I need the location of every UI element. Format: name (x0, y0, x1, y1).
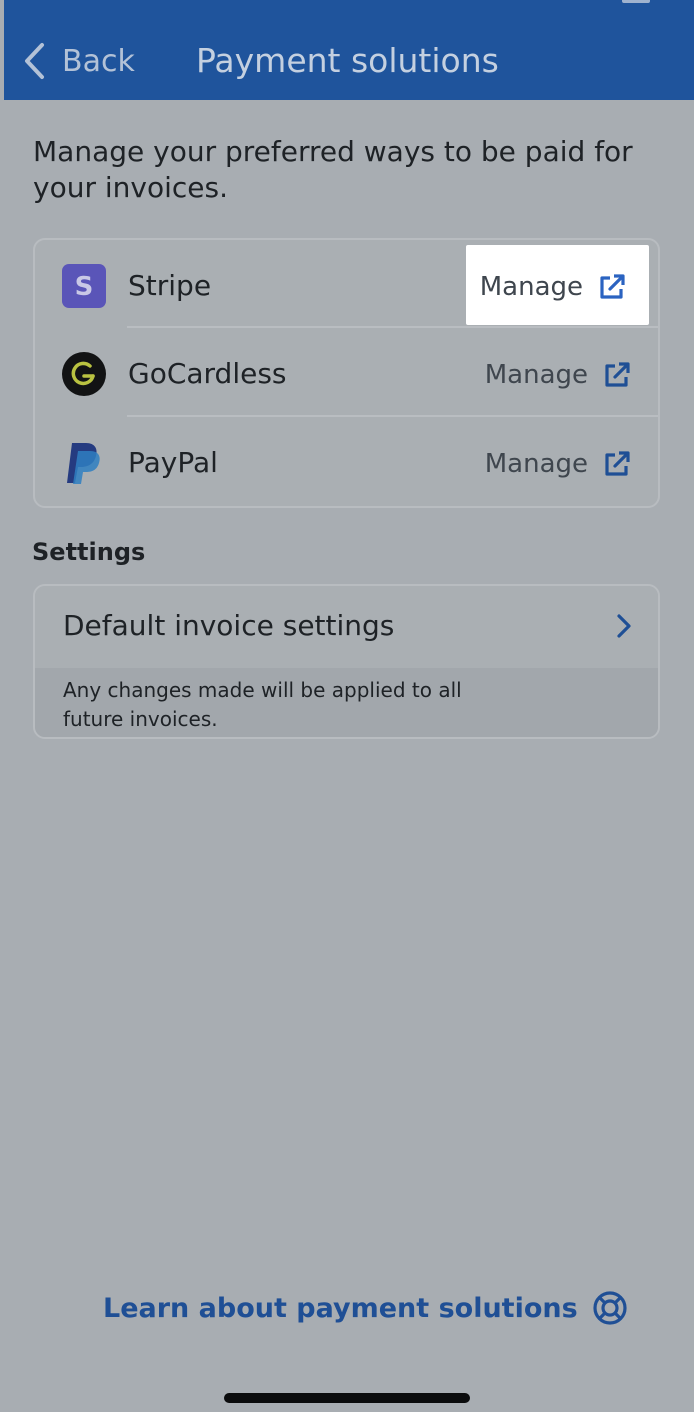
stripe-manage-link[interactable]: Manage (480, 267, 627, 307)
gocardless-logo-icon (62, 352, 106, 396)
paypal-manage-link[interactable]: Manage (485, 444, 632, 484)
settings-note: Any changes made will be applied to all … (63, 678, 462, 731)
status-indicator (622, 0, 650, 3)
settings-heading: Settings (32, 538, 146, 566)
provider-name: Stripe (128, 269, 212, 302)
home-indicator[interactable] (224, 1393, 470, 1403)
default-invoice-settings-label: Default invoice settings (63, 609, 395, 642)
chevron-left-icon (25, 43, 44, 79)
provider-name: PayPal (128, 446, 218, 479)
provider-name: GoCardless (128, 357, 287, 390)
external-link-icon (605, 362, 630, 387)
learn-about-payment-solutions-link[interactable]: Learn about payment solutions (103, 1286, 628, 1330)
provider-row-gocardless: GoCardless Manage (35, 329, 658, 417)
provider-row-paypal: PayPal Manage (35, 418, 658, 506)
lifebuoy-icon (593, 1291, 627, 1325)
default-invoice-settings-row[interactable]: Default invoice settings (35, 586, 658, 668)
settings-note-area: Any changes made will be applied to all … (35, 668, 658, 737)
paypal-logo-icon (67, 443, 100, 484)
intro-text: Manage your preferred ways to be paid fo… (33, 135, 633, 204)
page-title: Payment solutions (196, 41, 499, 80)
back-label: Back (62, 43, 135, 79)
navigation-bar: Back Payment solutions (4, 0, 694, 100)
manage-label: Manage (484, 360, 588, 390)
learn-link-label: Learn about payment solutions (103, 1292, 578, 1324)
manage-label: Manage (484, 449, 588, 479)
manage-label: Manage (479, 272, 583, 302)
chevron-right-icon (617, 614, 631, 638)
svg-text:S: S (75, 272, 94, 302)
settings-card: Default invoice settings Any changes mad… (33, 584, 660, 739)
external-link-icon (605, 451, 630, 476)
back-button[interactable]: Back (22, 38, 135, 84)
external-link-icon (600, 274, 625, 299)
stripe-manage-highlight: Manage (466, 245, 649, 325)
stripe-logo-icon: S (62, 264, 106, 308)
gocardless-manage-link[interactable]: Manage (485, 355, 632, 395)
